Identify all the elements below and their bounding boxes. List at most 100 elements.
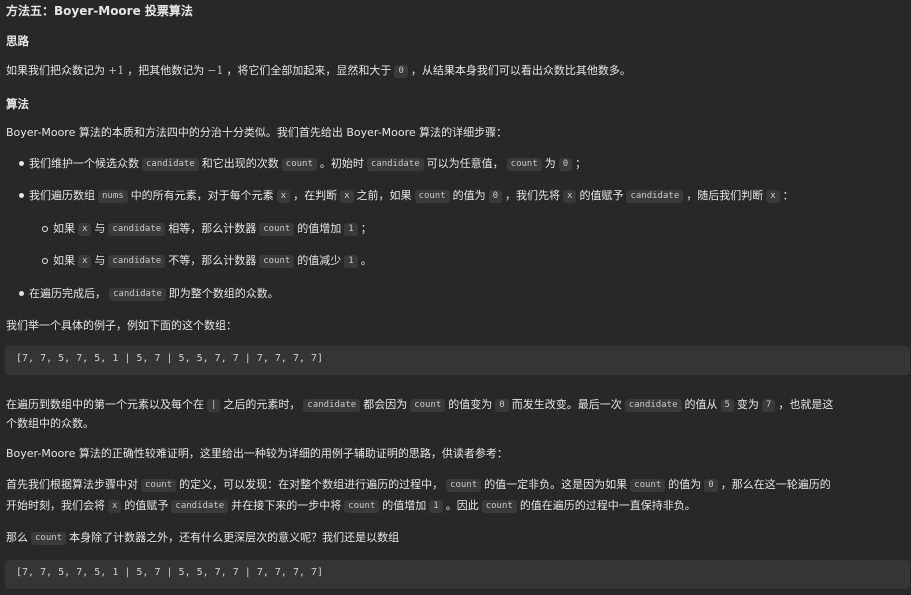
inline-code: count (259, 255, 295, 268)
bullet-dot (19, 193, 24, 198)
paragraph-traverse: 在遍历到数组中的第一个元素以及每个在 | 之后的元素时， candidate 都会因为 c… (6, 397, 833, 413)
code-text: [7, 7, 5, 7, 5, 1 | 5, 7 | 5, 5, 7, 7 | … (16, 567, 324, 578)
text: 如果 (53, 222, 75, 235)
text: 而发生改变。最后一次 (511, 398, 622, 411)
text: 变为 (736, 398, 759, 411)
text: 相等，那么计数器 (168, 222, 257, 235)
sub-list-item: 如果 x 与 candidate 不等，那么计数器 count 的值减少 1。 (53, 253, 372, 269)
text: 与 (94, 222, 106, 235)
article: 方法五：Boyer-Moore 投票算法 思路 如果我们把众数记为 +1 ，把其他数… (0, 0, 911, 595)
paragraph-first-cont: 开始时刻，我们会将 x 的值赋予 candidate 并在接下来的一步中将 count 的值… (6, 498, 696, 514)
text: 的值赋予 (124, 499, 169, 512)
text: 不等，那么计数器 (168, 254, 257, 267)
sub-bullet-ring (42, 258, 48, 264)
text: ，我们先将 (505, 189, 561, 202)
text: 在遍历完成后， (29, 287, 106, 300)
text: ； (575, 157, 587, 170)
math-minus-one: −1 (207, 64, 224, 77)
inline-code: x (78, 223, 92, 236)
text: 。初始时 (319, 157, 364, 170)
inline-code: x (78, 255, 92, 268)
text: 和它出现的次数 (201, 157, 279, 170)
text: 我们遍历数组 (29, 189, 95, 202)
list-item: 在遍历完成后， candidate 即为整个数组的众数。 (29, 286, 279, 302)
inline-code: count (630, 479, 666, 492)
inline-code: candidate (624, 399, 682, 412)
inline-code: candidate (366, 158, 424, 171)
text: 那么 (6, 531, 28, 544)
text: 如果 (53, 254, 75, 267)
inline-code: x (276, 190, 291, 203)
code-text: [7, 7, 5, 7, 5, 1 | 5, 7 | 5, 5, 7, 7 | … (16, 353, 324, 364)
inline-code: x (108, 500, 122, 513)
inline-code: count (344, 500, 380, 513)
inline-code: candidate (108, 255, 166, 268)
inline-code: count (259, 223, 295, 236)
inline-code: count (506, 158, 542, 171)
inline-code: 0 (394, 65, 408, 78)
inline-code: candidate (109, 288, 166, 301)
inline-code: count (281, 158, 317, 171)
text: ，随后我们判断 (686, 189, 764, 202)
text: 的值为 (452, 189, 486, 202)
text: 即为整个数组的众数。 (168, 287, 279, 300)
text: 的值一定非负。这是因为如果 (484, 478, 628, 491)
inline-code: 0 (558, 158, 573, 171)
inline-code: x (340, 190, 354, 203)
paragraph-example: 我们举一个具体的例子，例如下面的这个数组： (6, 319, 237, 332)
text: ，在判断 (293, 189, 338, 202)
list-item: 我们维护一个候选众数 candidate 和它出现的次数 count 。初始时 candi… (29, 156, 586, 172)
inline-code: nums (98, 190, 128, 203)
text: 可以为任意值， (426, 157, 504, 170)
text: ，将它们全部加起来，显然和大于 (226, 64, 392, 77)
code-block[interactable]: [7, 7, 5, 7, 5, 1 | 5, 7 | 5, 5, 7, 7 | … (5, 560, 910, 589)
inline-code: count (410, 399, 446, 412)
inline-code: candidate (171, 500, 229, 513)
section-title: 方法五：Boyer-Moore 投票算法 (6, 4, 193, 18)
text: 的值从 (684, 398, 718, 411)
inline-code: candidate (303, 399, 361, 412)
inline-code: count (481, 500, 517, 513)
inline-code: | (207, 399, 221, 412)
math-plus-one: +1 (108, 64, 125, 77)
text: 的值变为 (448, 398, 493, 411)
text: 如果我们把众数记为 (6, 64, 105, 77)
inline-code: candidate (108, 223, 166, 236)
text: 与 (94, 254, 106, 267)
text: 首先我们根据算法步骤中对 (6, 478, 138, 491)
paragraph-traverse-cont: 个数组中的众数。 (6, 417, 94, 430)
inline-code: candidate (142, 158, 199, 171)
text: 的值在遍历的过程中一直保持非负。 (519, 499, 696, 512)
sub-list-item: 如果 x 与 candidate 相等，那么计数器 count 的值增加 1； (53, 221, 372, 237)
paragraph-first: 首先我们根据算法步骤中对 count 的定义，可以发现：在对整个数组进行遍历的过程中… (6, 477, 831, 493)
text: 的值增加 (297, 222, 342, 235)
text: 之后的元素时， (223, 398, 301, 411)
text: 在遍历到数组中的第一个元素以及每个在 (6, 398, 204, 411)
paragraph-count: 那么 count 本身除了计数器之外，还有什么更深层次的意义呢？我们还是以数组 (6, 530, 399, 546)
text: ，把其他数记为 (127, 64, 205, 77)
inline-code: 0 (704, 479, 718, 492)
text: 开始时刻，我们会将 (6, 499, 105, 512)
text: ： (782, 189, 794, 202)
inline-code: 7 (761, 399, 776, 412)
list-item: 我们遍历数组 nums 中的所有元素，对于每个元素 x ，在判断 x 之前，如果 count 的… (29, 188, 794, 204)
text: 之前，如果 (356, 189, 412, 202)
text: 我们维护一个候选众数 (29, 157, 139, 170)
bullet-dot (19, 161, 24, 166)
text: 的值增加 (382, 499, 427, 512)
heading-idea: 思路 (6, 34, 29, 48)
text: 的定义，可以发现：在对整个数组进行遍历的过程中， (179, 478, 444, 491)
text: ，也就是这 (778, 398, 834, 411)
paragraph-algorithm: Boyer-Moore 算法的本质和方法四中的分治十分类似。我们首先给出 Boy… (6, 126, 508, 139)
text: 。因此 (445, 499, 479, 512)
text: ，那么在这一轮遍历的 (720, 478, 831, 491)
inline-code: count (446, 479, 482, 492)
inline-code: 5 (720, 399, 734, 412)
text: 的值赋予 (579, 189, 624, 202)
inline-code: count (31, 532, 67, 545)
text: 中的所有元素，对于每个元素 (130, 189, 274, 202)
inline-code: 0 (495, 399, 509, 412)
code-block[interactable]: [7, 7, 5, 7, 5, 1 | 5, 7 | 5, 5, 7, 7 | … (5, 346, 910, 375)
sub-bullet-ring (42, 226, 48, 232)
text: 的值为 (668, 478, 702, 491)
